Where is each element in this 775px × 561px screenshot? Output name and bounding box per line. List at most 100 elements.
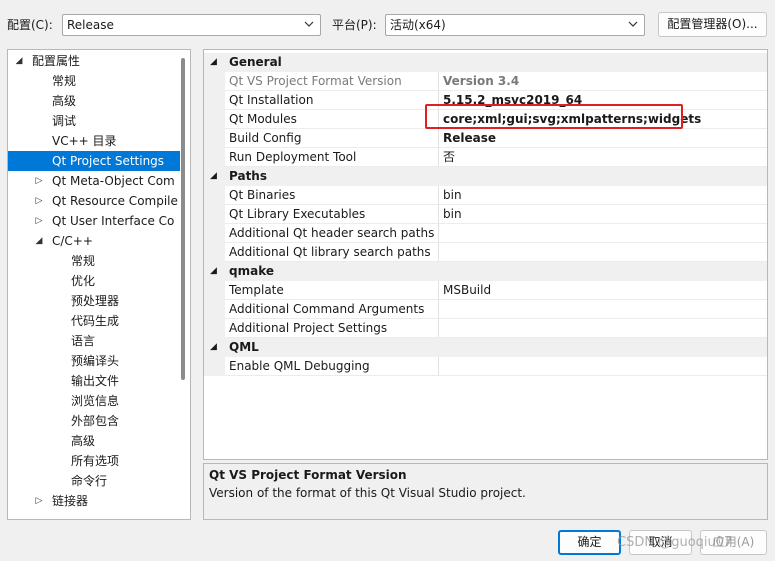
tree-item-label: 优化 — [71, 274, 96, 288]
tree-item[interactable]: 预处理器 — [8, 291, 180, 311]
property-name: Qt Modules — [229, 112, 297, 126]
property-name: Enable QML Debugging — [229, 359, 370, 373]
tree-item[interactable]: ▷ Qt Resource Compile — [8, 191, 180, 211]
tree-item[interactable]: ▷ 链接器 — [8, 491, 180, 511]
ok-button[interactable]: 确定 — [558, 530, 621, 555]
tree-root[interactable]: ◢ 配置属性 — [8, 51, 180, 71]
property-tree[interactable]: ◢ 配置属性 常规 高级 调试 VC++ 目录 Qt Project Settings ▷… — [7, 49, 191, 520]
property-name: Template — [229, 283, 284, 297]
collapse-arrow-icon[interactable]: ◢ — [210, 167, 217, 186]
property-row[interactable]: Additional Qt header search paths — [204, 224, 767, 243]
tree-item-label: 语言 — [71, 334, 96, 348]
property-value[interactable]: 否 — [443, 148, 455, 167]
collapsed-arrow-icon[interactable]: ▷ — [34, 491, 44, 511]
property-row[interactable]: Additional Command Arguments — [204, 300, 767, 319]
tree-item-label: Qt Project Settings — [52, 154, 165, 168]
tree-item[interactable]: 高级 — [8, 91, 180, 111]
tree-item-label: 调试 — [52, 114, 77, 128]
chevron-down-icon — [304, 21, 314, 27]
category-header[interactable]: ◢ QML — [204, 338, 767, 357]
property-value[interactable]: Version 3.4 — [443, 72, 519, 91]
tree-item-label: 常规 — [71, 254, 96, 268]
category-title: qmake — [229, 264, 274, 278]
tree-item[interactable]: 预编译头 — [8, 351, 180, 371]
tree-item-label: 高级 — [71, 434, 96, 448]
tree-root-label: 配置属性 — [32, 54, 81, 68]
tree-item[interactable]: 浏览信息 — [8, 391, 180, 411]
expanded-arrow-icon[interactable]: ◢ — [34, 231, 44, 251]
collapse-arrow-icon[interactable]: ◢ — [210, 338, 217, 357]
tree-item[interactable]: ◢ C/C++ — [8, 231, 180, 251]
property-row[interactable]: Run Deployment Tool 否 — [204, 148, 767, 167]
property-name: Qt VS Project Format Version — [229, 74, 402, 88]
tree-item[interactable]: Qt Project Settings — [8, 151, 180, 171]
property-value[interactable]: bin — [443, 205, 462, 224]
property-name: Qt Installation — [229, 93, 314, 107]
property-value[interactable]: Release — [443, 129, 496, 148]
collapsed-arrow-icon[interactable]: ▷ — [34, 171, 44, 191]
category-header[interactable]: ◢ General — [204, 53, 767, 72]
tree-item[interactable]: 常规 — [8, 251, 180, 271]
tree-item[interactable]: VC++ 目录 — [8, 131, 180, 151]
config-label: 配置(C): — [7, 18, 53, 32]
config-select-value: Release — [67, 18, 114, 32]
tree-item-label: Qt Meta-Object Com — [52, 174, 175, 188]
property-name: Build Config — [229, 131, 302, 145]
tree-item-label: 预编译头 — [71, 354, 120, 368]
tree-item-label: Qt Resource Compile — [52, 194, 178, 208]
category-header[interactable]: ◢ qmake — [204, 262, 767, 281]
collapsed-arrow-icon[interactable]: ▷ — [34, 191, 44, 211]
property-name: Run Deployment Tool — [229, 150, 357, 164]
tree-item-label: VC++ 目录 — [52, 134, 117, 148]
tree-item-label: 链接器 — [52, 494, 89, 508]
property-name: Qt Binaries — [229, 188, 296, 202]
tree-item[interactable]: 代码生成 — [8, 311, 180, 331]
collapsed-arrow-icon[interactable]: ▷ — [34, 211, 44, 231]
property-row[interactable]: Qt VS Project Format Version Version 3.4 — [204, 72, 767, 91]
property-name: Additional Qt library search paths — [229, 245, 431, 259]
config-manager-button[interactable]: 配置管理器(O)... — [658, 12, 767, 37]
tree-item-label: 代码生成 — [71, 314, 120, 328]
category-header[interactable]: ◢ Paths — [204, 167, 767, 186]
tree-item[interactable]: 优化 — [8, 271, 180, 291]
tree-item-label: 常规 — [52, 74, 77, 88]
category-title: Paths — [229, 169, 267, 183]
tree-item[interactable]: 命令行 — [8, 471, 180, 491]
property-value[interactable]: bin — [443, 186, 462, 205]
description-text: Version of the format of this Qt Visual … — [209, 486, 526, 500]
property-name: Additional Command Arguments — [229, 302, 425, 316]
tree-item[interactable]: ▷ Qt Meta-Object Com — [8, 171, 180, 191]
tree-item[interactable]: 调试 — [8, 111, 180, 131]
tree-item-label: 输出文件 — [71, 374, 120, 388]
tree-scrollbar[interactable] — [181, 58, 185, 380]
tree-item[interactable]: 常规 — [8, 71, 180, 91]
platform-label: 平台(P): — [332, 18, 377, 32]
tree-item[interactable]: 输出文件 — [8, 371, 180, 391]
property-value[interactable]: MSBuild — [443, 281, 491, 300]
expanded-arrow-icon[interactable]: ◢ — [14, 51, 24, 71]
description-panel: Qt VS Project Format Version Version of … — [203, 463, 768, 520]
tree-item[interactable]: 高级 — [8, 431, 180, 451]
platform-select[interactable]: 活动(x64) — [385, 14, 645, 36]
tree-item[interactable]: 语言 — [8, 331, 180, 351]
property-row[interactable]: Template MSBuild — [204, 281, 767, 300]
config-select[interactable]: Release — [62, 14, 321, 36]
tree-item[interactable]: 外部包含 — [8, 411, 180, 431]
property-row[interactable]: Qt Binaries bin — [204, 186, 767, 205]
tree-item[interactable]: ▷ Qt User Interface Co — [8, 211, 180, 231]
property-row[interactable]: Build Config Release — [204, 129, 767, 148]
tree-item-label: 外部包含 — [71, 414, 120, 428]
tree-item-label: 浏览信息 — [71, 394, 120, 408]
category-title: General — [229, 55, 282, 69]
tree-item-label: C/C++ — [52, 234, 93, 248]
property-row[interactable]: Qt Library Executables bin — [204, 205, 767, 224]
description-title: Qt VS Project Format Version — [209, 468, 407, 482]
collapse-arrow-icon[interactable]: ◢ — [210, 53, 217, 72]
collapse-arrow-icon[interactable]: ◢ — [210, 262, 217, 281]
property-row[interactable]: Additional Qt library search paths — [204, 243, 767, 262]
property-row[interactable]: Additional Project Settings — [204, 319, 767, 338]
qt-modules-highlight — [425, 104, 683, 129]
watermark: CSDN @guoqiu07 — [617, 535, 733, 550]
property-row[interactable]: Enable QML Debugging — [204, 357, 767, 376]
tree-item[interactable]: 所有选项 — [8, 451, 180, 471]
